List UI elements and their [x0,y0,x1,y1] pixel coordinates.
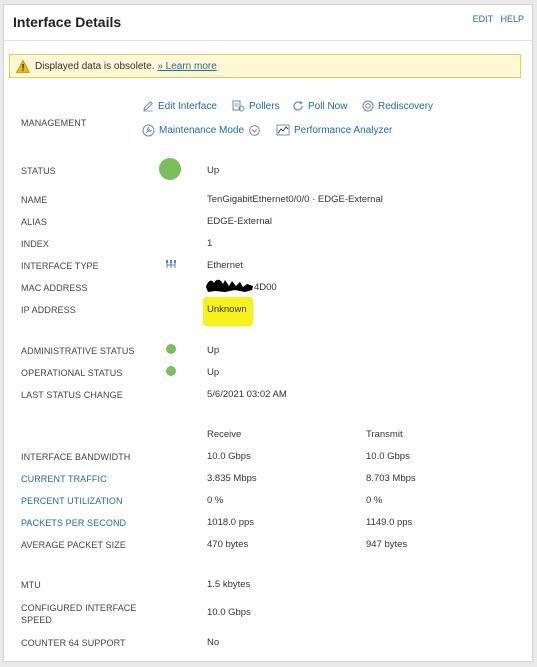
interface-bandwidth-transmit: 10.0 Gbps [366,451,410,462]
admin-status-value: Up [207,345,220,356]
mtu-label: MTU [21,580,41,590]
configured-speed-label-1: CONFIGURED INTERFACE [21,603,137,613]
poll-now-button[interactable]: Poll Now [292,100,347,112]
counter64-label: COUNTER 64 SUPPORT [21,638,126,648]
edit-interface-button[interactable]: Edit Interface [142,100,217,112]
alias-label: ALIAS [21,217,48,227]
oper-status-icon [166,366,176,376]
pencil-icon [143,101,153,112]
status-value: Up [207,165,220,176]
redaction-scribble [206,279,253,292]
packets-per-second-receive[interactable]: 1018.0 pps [207,517,254,528]
maintenance-mode-button[interactable]: Maintenance Mode [142,124,264,137]
admin-status-icon [166,344,176,354]
admin-status-label: ADMINISTRATIVE STATUS [21,346,135,356]
receive-header: Receive [207,429,242,440]
maintenance-mode-label: Maintenance Mode [159,125,245,136]
edit-link[interactable]: EDIT [473,14,493,24]
refresh-icon [293,100,303,111]
status-label: STATUS [21,166,56,176]
counter64-value: No [207,637,220,648]
obsolete-data-warning: Displayed data is obsolete. » Learn more [9,54,521,78]
current-traffic-receive[interactable]: 3.835 Mbps [207,473,257,484]
header-links: EDIT HELP [468,14,524,24]
maintenance-icon [142,124,155,137]
ip-address-label: IP ADDRESS [21,305,76,315]
index-value: 1 [207,238,213,249]
page-title: Interface Details [13,14,122,30]
index-label: INDEX [21,239,50,249]
ethernet-icon [166,260,176,268]
interface-bandwidth-label: INTERFACE BANDWIDTH [21,452,131,462]
mac-address-label: MAC ADDRESS [21,283,88,293]
performance-analyzer-label: Performance Analyzer [294,124,393,136]
rediscovery-button[interactable]: Rediscovery [362,100,433,112]
last-status-change-value: 5/6/2021 03:02 AM [207,389,287,400]
warning-icon [16,60,30,73]
interface-bandwidth-receive: 10.0 Gbps [207,451,251,462]
transmit-header: Transmit [366,429,403,440]
configured-speed-label-2: SPEED [21,615,53,625]
current-traffic-link[interactable]: CURRENT TRAFFIC [21,474,107,484]
panel-header: Interface Details EDIT HELP [4,5,532,41]
pollers-button[interactable]: Pollers [232,100,280,112]
pollers-icon [232,100,245,112]
learn-more-link[interactable]: » Learn more [157,61,216,72]
chevron-down-icon[interactable] [249,125,260,136]
management-label: MANAGEMENT [21,118,87,128]
rediscovery-label: Rediscovery [378,100,434,112]
average-packet-size-label: AVERAGE PACKET SIZE [21,540,126,550]
mtu-value: 1.5 kbytes [207,579,251,590]
interface-type-label: INTERFACE TYPE [21,261,99,271]
configured-speed-value: 10.0 Gbps [207,607,251,618]
interface-type-value: Ethernet [207,260,243,271]
name-value: TenGigabitEthernet0/0/0 · EDGE-External [207,194,383,205]
pollers-label: Pollers [249,100,280,112]
oper-status-label: OPERATIONAL STATUS [21,368,123,378]
oper-status-value: Up [207,367,220,378]
warning-text: Displayed data is obsolete. [35,61,155,72]
help-link[interactable]: HELP [500,14,524,24]
poll-now-label: Poll Now [308,100,348,112]
performance-analyzer-icon [276,124,290,136]
rediscovery-icon [362,100,374,112]
average-packet-size-receive: 470 bytes [207,539,249,550]
performance-analyzer-button[interactable]: Performance Analyzer [276,124,392,136]
packets-per-second-link[interactable]: PACKETS PER SECOND [21,518,126,528]
last-status-change-label: LAST STATUS CHANGE [21,390,123,400]
percent-utilization-transmit[interactable]: 0 % [366,495,382,506]
ip-address-value: Unknown [207,304,247,315]
edit-interface-label: Edit Interface [158,100,217,112]
mac-address-value: 4D00 [254,282,277,293]
percent-utilization-link[interactable]: PERCENT UTILIZATION [21,496,123,506]
name-label: NAME [21,195,48,205]
current-traffic-transmit[interactable]: 8.703 Mbps [366,473,416,484]
alias-value: EDGE-External [207,216,272,227]
percent-utilization-receive[interactable]: 0 % [207,495,223,506]
status-indicator-icon [159,158,181,180]
packets-per-second-transmit[interactable]: 1149.0 pps [366,517,412,528]
average-packet-size-transmit: 947 bytes [366,539,408,550]
